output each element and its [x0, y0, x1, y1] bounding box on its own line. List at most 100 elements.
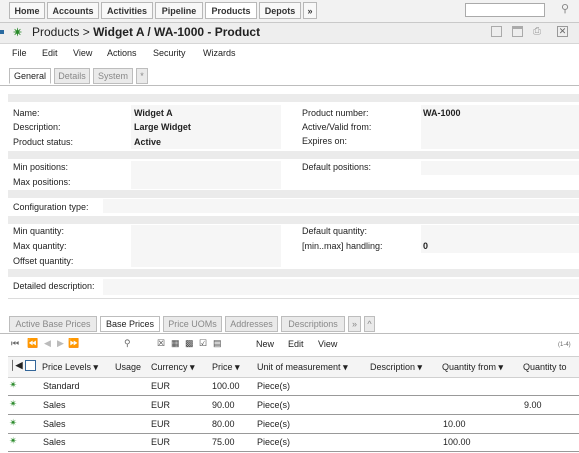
- cell-currency: EUR: [151, 437, 171, 447]
- price-row-icon: ✴: [9, 418, 18, 429]
- col-price[interactable]: Price ▾: [212, 362, 240, 373]
- tab-details[interactable]: Details: [54, 68, 90, 84]
- tab-base-prices[interactable]: Base Prices: [100, 316, 160, 332]
- prev-fast-icon[interactable]: ⏪: [27, 338, 38, 349]
- cell-price: 80.00: [212, 419, 235, 429]
- status-label: Product status:: [13, 137, 74, 147]
- tab-active-base-prices[interactable]: Active Base Prices: [9, 316, 97, 332]
- resize-handle-icon[interactable]: [0, 30, 4, 34]
- col-usage[interactable]: Usage: [115, 362, 141, 372]
- section-band: [8, 216, 579, 224]
- breadcrumb-separator: >: [82, 25, 90, 39]
- product-logo-icon: ✴: [13, 27, 23, 39]
- list-icon[interactable]: ▤: [213, 338, 222, 349]
- record-title: Widget A / WA-1000 - Product: [93, 25, 261, 39]
- menu-view[interactable]: View: [73, 48, 92, 58]
- cell-unit: Piece(s): [257, 381, 291, 391]
- table-row[interactable]: ✴ Sales EUR 90.00 Piece(s) 9.00: [8, 396, 579, 415]
- cell-quantity-from: 100.00: [443, 437, 471, 447]
- col-quantity-to[interactable]: Quantity to: [523, 362, 567, 372]
- price-row-icon: ✴: [9, 380, 18, 391]
- menu-file[interactable]: File: [12, 48, 27, 58]
- maximize-icon[interactable]: [512, 26, 523, 37]
- window-icon[interactable]: [491, 26, 502, 37]
- product-number-value[interactable]: WA-1000: [423, 108, 461, 118]
- table-row[interactable]: ✴ Standard EUR 100.00 Piece(s): [8, 377, 579, 396]
- price-row-icon: ✴: [9, 399, 18, 410]
- tab-divider: [0, 85, 579, 86]
- col-quantity-from[interactable]: Quantity from ▾: [442, 362, 503, 373]
- cell-price: 75.00: [212, 437, 235, 447]
- menu-actions[interactable]: Actions: [107, 48, 137, 58]
- tab-descriptions[interactable]: Descriptions: [281, 316, 345, 332]
- config-type-label: Configuration type:: [13, 202, 89, 212]
- cell-price-level: Sales: [43, 437, 66, 447]
- tab-add[interactable]: *: [136, 68, 148, 84]
- cell-currency: EUR: [151, 419, 171, 429]
- tab-system[interactable]: System: [93, 68, 133, 84]
- view-button[interactable]: View: [318, 339, 337, 349]
- cell-quantity-from: 10.00: [443, 419, 466, 429]
- section-band: [8, 269, 579, 277]
- row-select-icon[interactable]: │◀: [10, 360, 23, 371]
- col-currency[interactable]: Currency ▾: [151, 362, 195, 373]
- title-bar: ✴ Products > Widget A / WA-1000 - Produc…: [0, 23, 579, 44]
- col-price-levels[interactable]: Price Levels ▾: [42, 362, 98, 373]
- col-unit[interactable]: Unit of measurement ▾: [257, 362, 348, 373]
- new-button[interactable]: New: [256, 339, 274, 349]
- minmax-value[interactable]: 0: [423, 241, 428, 251]
- cell-quantity-to: 9.00: [524, 400, 542, 410]
- nav-tab-products[interactable]: Products: [205, 2, 257, 19]
- name-label: Name:: [13, 108, 40, 118]
- tab-more-button[interactable]: »: [348, 316, 361, 332]
- offset-quantity-label: Offset quantity:: [13, 256, 74, 266]
- section-band: [8, 190, 579, 198]
- menu-wizards[interactable]: Wizards: [203, 48, 236, 58]
- name-value[interactable]: Widget A: [134, 108, 173, 118]
- edit-button[interactable]: Edit: [288, 339, 304, 349]
- minmax-label: [min..max] handling:: [302, 241, 383, 251]
- page-title: Products > Widget A / WA-1000 - Product: [32, 25, 260, 39]
- prev-page-icon[interactable]: ◀: [44, 338, 51, 349]
- price-row-icon: ✴: [9, 436, 18, 447]
- nav-tab-activities[interactable]: Activities: [101, 2, 153, 19]
- menu-edit[interactable]: Edit: [42, 48, 58, 58]
- last-page-icon[interactable]: ⏩: [68, 338, 79, 349]
- next-page-icon[interactable]: ▶: [57, 338, 64, 349]
- field-box: [131, 225, 281, 267]
- expires-label: Expires on:: [302, 136, 348, 146]
- table-row[interactable]: ✴ Sales EUR 80.00 Piece(s) 10.00: [8, 415, 579, 434]
- close-icon[interactable]: ✕: [557, 26, 568, 37]
- search-icon[interactable]: ⚲: [561, 2, 569, 15]
- menu-security[interactable]: Security: [153, 48, 186, 58]
- nav-tab-home[interactable]: Home: [9, 2, 45, 19]
- select-all-checkbox[interactable]: [25, 360, 36, 371]
- nav-tab-accounts[interactable]: Accounts: [47, 2, 99, 19]
- grid-icon[interactable]: ▦: [171, 338, 180, 349]
- tab-collapse-button[interactable]: ^: [364, 316, 375, 332]
- tab-price-uoms[interactable]: Price UOMs: [163, 316, 222, 332]
- breadcrumb-products[interactable]: Products: [32, 25, 79, 39]
- row-range: (1-4): [558, 342, 571, 348]
- table-row[interactable]: ✴ Sales EUR 75.00 Piece(s) 100.00: [8, 433, 579, 452]
- tab-addresses[interactable]: Addresses: [225, 316, 278, 332]
- settings-icon[interactable]: ▩: [185, 338, 194, 349]
- tab-general[interactable]: General: [9, 68, 51, 84]
- nav-more-button[interactable]: »: [303, 2, 317, 19]
- cell-unit: Piece(s): [257, 419, 291, 429]
- nav-tab-pipeline[interactable]: Pipeline: [155, 2, 203, 19]
- check-all-icon[interactable]: ☑: [199, 338, 207, 349]
- table-header: │◀ Price Levels ▾ Usage Currency ▾ Price…: [8, 356, 579, 378]
- first-page-icon[interactable]: ⏮: [11, 338, 19, 349]
- print-icon[interactable]: ⎙: [533, 26, 544, 37]
- description-value[interactable]: Large Widget: [134, 122, 191, 132]
- nav-tab-depots[interactable]: Depots: [259, 2, 301, 19]
- status-value[interactable]: Active: [134, 137, 161, 147]
- search-icon[interactable]: ⚲: [124, 338, 131, 349]
- cell-price: 100.00: [212, 381, 240, 391]
- clear-filter-icon[interactable]: ☒: [157, 338, 165, 349]
- search-input[interactable]: [465, 3, 545, 17]
- field-box: [103, 199, 579, 213]
- field-box: [421, 161, 579, 175]
- col-description[interactable]: Description ▾: [370, 362, 422, 373]
